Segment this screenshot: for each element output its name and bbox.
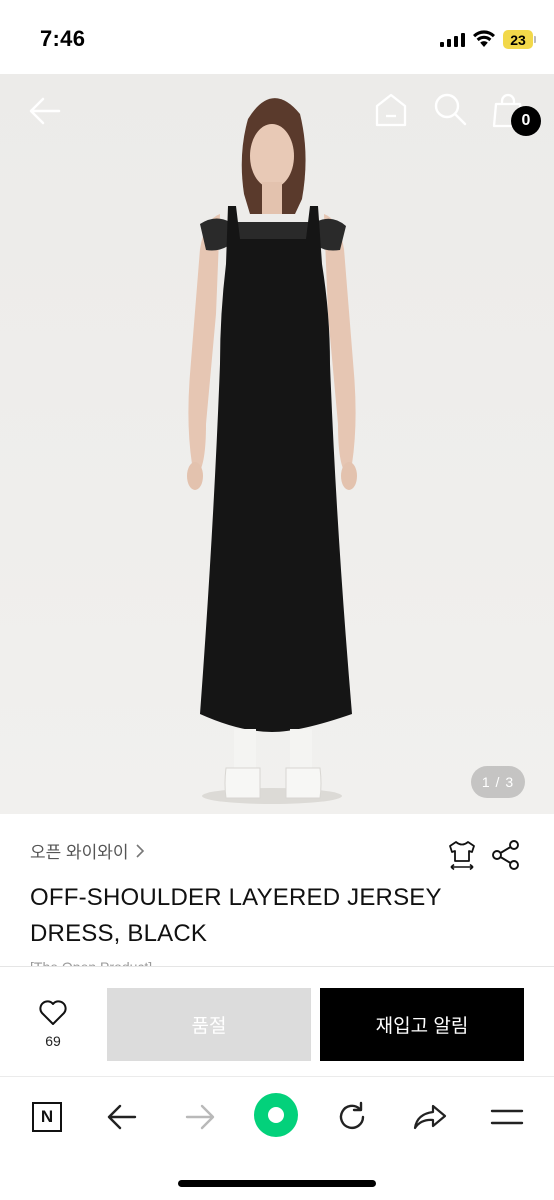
green-home-icon — [268, 1107, 284, 1123]
product-title: OFF-SHOULDER LAYERED JERSEY DRESS, BLACK — [30, 884, 442, 947]
back-arrow-icon[interactable] — [28, 94, 62, 128]
home-indicator — [178, 1180, 376, 1187]
like-button[interactable]: 69 — [30, 999, 76, 1053]
brand-link[interactable]: 오픈 와이와이 — [30, 838, 145, 863]
search-icon[interactable] — [433, 92, 467, 126]
green-home-button[interactable] — [254, 1093, 298, 1137]
image-page-indicator: 1 / 3 — [471, 766, 525, 798]
menu-button[interactable] — [487, 1097, 527, 1137]
purchase-action-bar: 69 품절 재입고 알림 — [0, 966, 554, 1076]
heart-icon — [39, 1000, 67, 1025]
home-icon[interactable] — [374, 92, 408, 128]
status-time: 7:46 — [40, 26, 86, 51]
model-photo — [0, 74, 554, 814]
browser-back-button[interactable] — [102, 1097, 142, 1137]
forward-icon — [185, 1104, 215, 1130]
browser-share-button[interactable] — [410, 1097, 450, 1137]
menu-icon — [490, 1109, 524, 1125]
browser-forward-button[interactable] — [180, 1097, 220, 1137]
brand-name: 오픈 와이와이 — [30, 843, 129, 862]
share-icon[interactable] — [491, 839, 521, 871]
reload-icon — [339, 1101, 365, 1130]
back-icon — [107, 1104, 137, 1130]
cellular-signal-icon — [440, 33, 465, 47]
sold-out-button[interactable]: 품절 — [107, 988, 311, 1061]
status-bar: 7:46 23 — [0, 0, 554, 74]
size-guide-icon[interactable] — [446, 839, 478, 871]
product-image[interactable]: 0 1 / 3 — [0, 74, 554, 814]
naver-n-button[interactable]: N — [27, 1097, 67, 1137]
battery-tip — [534, 36, 536, 43]
chevron-right-icon — [136, 843, 144, 858]
reload-button[interactable] — [332, 1097, 372, 1137]
cart-count-badge: 0 — [511, 106, 541, 136]
restock-alert-button[interactable]: 재입고 알림 — [320, 988, 524, 1061]
battery-icon: 23 — [503, 30, 533, 49]
like-count: 69 — [45, 1033, 61, 1049]
naver-n-icon: N — [32, 1102, 62, 1132]
share-arrow-icon — [413, 1104, 447, 1130]
wifi-icon — [473, 30, 495, 47]
